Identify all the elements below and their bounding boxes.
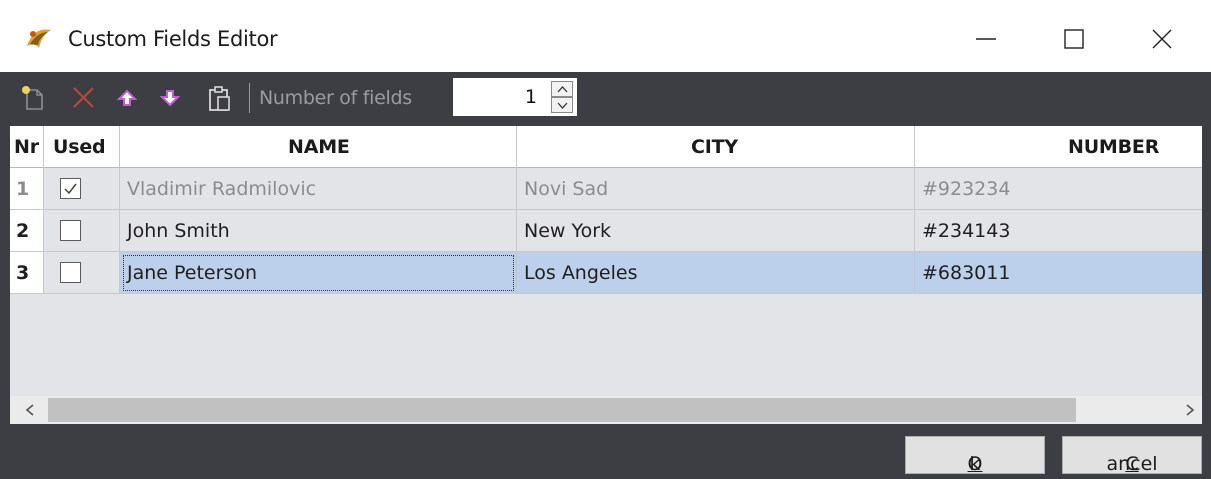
row-number-cell[interactable]: 3 [10,252,44,294]
name-cell[interactable]: Vladimir Radmilovic [120,168,517,210]
stepper-down-button[interactable] [551,97,573,113]
scroll-left-button[interactable] [16,396,44,424]
number-cell[interactable]: #683011 [915,252,1202,294]
column-header-name[interactable]: NAME [120,126,517,168]
column-header-city[interactable]: CITY [517,126,915,168]
number-of-fields-stepper[interactable]: 1 [453,78,577,116]
city-cell[interactable]: Los Angeles [517,252,915,294]
table-row[interactable]: 1 Vladimir Radmilovic Novi Sad #923234 [10,168,1202,210]
chevron-up-icon [557,86,568,93]
minimize-button[interactable] [963,16,1009,62]
city-cell[interactable]: Novi Sad [517,168,915,210]
fields-grid[interactable]: Nr Used NAME CITY NUMBER 1 Vladimir Radm… [10,126,1202,424]
column-header-used[interactable]: Used [44,126,120,168]
move-down-button[interactable] [156,84,184,112]
window-title: Custom Fields Editor [68,27,278,51]
number-of-fields-label: Number of fields [259,87,412,109]
toolbar: Number of fields 1 [0,72,1211,124]
close-icon [1152,29,1172,49]
maximize-icon [1064,29,1084,49]
new-field-button[interactable] [20,84,48,112]
scroll-right-button[interactable] [1176,396,1202,424]
number-of-fields-value[interactable]: 1 [525,86,537,108]
maximize-button[interactable] [1051,16,1097,62]
used-checkbox[interactable] [60,220,81,241]
used-cell[interactable] [44,252,120,294]
stepper-up-button[interactable] [551,81,573,97]
city-cell[interactable]: New York [517,210,915,252]
name-cell-focused[interactable]: Jane Peterson [120,252,517,294]
checkmark-icon [64,183,77,195]
delete-field-button[interactable] [70,84,98,112]
chevron-left-icon [25,404,34,416]
number-cell[interactable]: #923234 [915,168,1202,210]
paste-button[interactable] [206,84,234,112]
row-number-cell[interactable]: 2 [10,210,44,252]
cancel-button[interactable]: Cancel [1062,436,1202,475]
toolbar-separator [249,83,250,113]
custom-fields-editor-window: Custom Fields Editor Number of fields 1 … [0,0,1211,479]
cancel-label-rest: ancel [1106,453,1158,475]
close-button[interactable] [1139,16,1185,62]
paste-icon [209,86,230,111]
used-checkbox[interactable] [60,178,81,199]
table-row-selected[interactable]: 3 Jane Peterson Los Angeles #683011 [10,252,1202,294]
used-cell[interactable] [44,168,120,210]
scrollbar-thumb[interactable] [48,398,1076,422]
chevron-right-icon [1186,404,1195,416]
name-cell[interactable]: John Smith [120,210,517,252]
new-field-icon [22,86,43,110]
chevron-down-icon [557,102,568,109]
app-logo-icon [24,26,54,52]
horizontal-scrollbar[interactable] [10,396,1202,424]
title-bar[interactable]: Custom Fields Editor [0,0,1211,72]
delete-icon [73,87,94,108]
column-header-number[interactable]: NUMBER [915,126,1202,168]
used-cell[interactable] [44,210,120,252]
number-cell[interactable]: #234143 [915,210,1202,252]
move-up-icon [116,89,138,106]
column-header-nr[interactable]: Nr [10,126,44,168]
table-row[interactable]: 2 John Smith New York #234143 [10,210,1202,252]
minimize-icon [976,38,996,40]
ok-button[interactable]: Ok [905,436,1045,475]
ok-label-rest: k [969,453,981,475]
used-checkbox[interactable] [60,262,81,283]
row-number-cell[interactable]: 1 [10,168,44,210]
move-down-icon [159,90,181,107]
move-up-button[interactable] [113,84,141,112]
